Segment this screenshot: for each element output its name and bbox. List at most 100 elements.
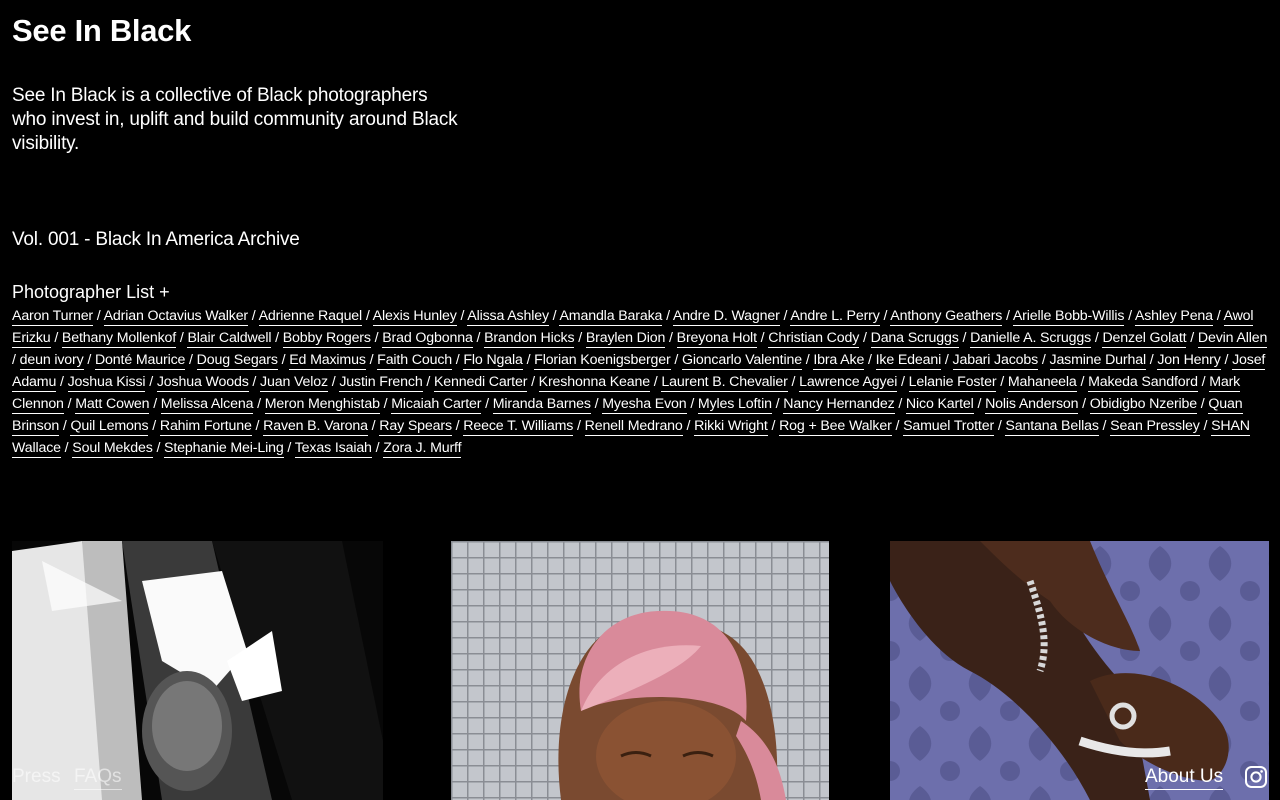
photographer-link[interactable]: Joshua Woods (156, 374, 249, 392)
photographer-link[interactable]: Ed Maximus (289, 352, 366, 370)
photographer-link[interactable]: Micaiah Carter (391, 396, 482, 414)
list-separator: / (1197, 396, 1209, 412)
photographer-link[interactable]: Soul Mekdes (72, 440, 153, 458)
photographer-link[interactable]: Obidigbo Nzeribe (1089, 396, 1197, 414)
instagram-icon[interactable] (1244, 765, 1268, 789)
photographer-link[interactable]: Bobby Rogers (282, 330, 371, 348)
photographer-link[interactable]: Devin Allen (1197, 330, 1267, 348)
photographer-link[interactable]: Texas Isaiah (294, 440, 372, 458)
photographer-link[interactable]: Rog + Bee Walker (779, 418, 892, 436)
photographer-link[interactable]: Christian Cody (768, 330, 859, 348)
site-title[interactable]: See In Black (12, 10, 191, 52)
photographer-link[interactable]: Ray Spears (379, 418, 452, 436)
photographer-link[interactable]: Nico Kartel (905, 396, 974, 414)
list-separator: / (248, 374, 261, 390)
photographer-link[interactable]: Blair Caldwell (187, 330, 271, 348)
photographer-link[interactable]: Justin French (339, 374, 423, 392)
photographer-link[interactable]: Quil Lemons (70, 418, 149, 436)
photographer-list-toggle[interactable]: Photographer List + (12, 280, 170, 304)
photographer-link[interactable]: Ibra Ake (813, 352, 864, 370)
photographer-link[interactable]: Rikki Wright (694, 418, 768, 436)
list-separator: / (456, 308, 468, 324)
photographer-link[interactable]: Adrian Octavius Walker (103, 308, 248, 326)
photographer-link[interactable]: Donté Maurice (94, 352, 185, 370)
photographer-link[interactable]: Arielle Bobb-Willis (1012, 308, 1124, 326)
photographer-link[interactable]: Joshua Kissi (67, 374, 146, 392)
list-separator: / (522, 352, 535, 368)
photographer-link[interactable]: Alissa Ashley (467, 308, 549, 326)
list-separator: / (145, 374, 157, 390)
photographer-link[interactable]: Florian Koenigsberger (534, 352, 671, 370)
photographer-link[interactable]: Nolis Anderson (985, 396, 1079, 414)
photographer-link[interactable]: Rahim Fortune (159, 418, 252, 436)
photographer-link[interactable]: Anthony Geathers (890, 308, 1002, 326)
list-separator: / (527, 374, 539, 390)
photographer-link[interactable]: Ike Edeani (875, 352, 941, 370)
photographer-link[interactable]: Miranda Barnes (492, 396, 591, 414)
list-separator: / (771, 396, 784, 412)
list-separator: / (1197, 374, 1210, 390)
photographer-link[interactable]: Lelanie Foster (908, 374, 997, 392)
photographer-link[interactable]: Matt Cowen (75, 396, 150, 414)
photographer-link[interactable]: Jabari Jacobs (952, 352, 1038, 370)
photographer-link[interactable]: Andre L. Perry (790, 308, 880, 326)
photographer-link[interactable]: Renell Medrano (584, 418, 683, 436)
photographer-link[interactable]: Ashley Pena (1134, 308, 1213, 326)
photographer-link[interactable]: Adrienne Raquel (258, 308, 362, 326)
photographer-link[interactable]: Andre D. Wagner (672, 308, 780, 326)
photographer-link[interactable]: Juan Veloz (260, 374, 328, 392)
photographer-link[interactable]: Melissa Alcena (160, 396, 253, 414)
photographer-link[interactable]: Zora J. Murff (383, 440, 462, 458)
list-separator: / (894, 396, 906, 412)
photo-tile-2[interactable] (451, 541, 829, 800)
photographer-link[interactable]: Samuel Trotter (903, 418, 994, 436)
photographer-link[interactable]: Nancy Hernandez (783, 396, 895, 414)
photographer-link[interactable]: Reece T. Williams (463, 418, 573, 436)
about-us-link[interactable]: About Us (1145, 765, 1224, 790)
photo-bw-portrait (12, 541, 383, 800)
photographer-link[interactable]: Bethany Mollenkof (61, 330, 176, 348)
photographer-link[interactable]: Myesha Evon (602, 396, 687, 414)
photographer-link[interactable]: Myles Loftin (697, 396, 772, 414)
press-link[interactable]: Press (12, 765, 61, 789)
photographer-link[interactable]: Brad Ogbonna (382, 330, 473, 348)
photographer-link[interactable]: Dana Scruggs (870, 330, 959, 348)
list-separator: / (879, 308, 891, 324)
list-separator: / (897, 374, 909, 390)
photographer-link[interactable]: Makeda Sandford (1088, 374, 1198, 392)
photographer-link[interactable]: Stephanie Mei-Ling (164, 440, 284, 458)
photographer-link[interactable]: Brandon Hicks (484, 330, 575, 348)
list-separator: / (83, 352, 95, 368)
photographer-link[interactable]: Gioncarlo Valentine (682, 352, 802, 370)
photographer-link[interactable]: Denzel Golatt (1102, 330, 1187, 348)
photographer-link[interactable]: Lawrence Agyei (799, 374, 897, 392)
photographer-link[interactable]: Amandla Baraka (559, 308, 662, 326)
photographer-link[interactable]: Kennedi Carter (433, 374, 527, 392)
photographer-link[interactable]: Sean Pressley (1110, 418, 1200, 436)
photographer-link[interactable]: Santana Bellas (1005, 418, 1099, 436)
photographer-link[interactable]: Breyona Holt (676, 330, 757, 348)
photographer-list: Aaron Turner / Adrian Octavius Walker / … (12, 305, 1270, 459)
list-separator: / (248, 308, 259, 324)
faqs-link[interactable]: FAQs (74, 765, 122, 790)
list-separator: / (365, 352, 378, 368)
photographer-link[interactable]: Alexis Hunley (372, 308, 457, 326)
photographer-link[interactable]: Jasmine Durhal (1049, 352, 1146, 370)
photographer-link[interactable]: Kreshonna Keane (538, 374, 650, 392)
photographer-link[interactable]: Laurent B. Chevalier (661, 374, 788, 392)
photo-tile-1[interactable] (12, 541, 383, 800)
list-separator: / (941, 352, 953, 368)
photo-tile-3[interactable] (890, 541, 1269, 800)
photographer-link[interactable]: Jon Henry (1157, 352, 1221, 370)
photographer-link[interactable]: Flo Ngala (463, 352, 523, 370)
list-separator: / (283, 440, 295, 456)
photographer-link[interactable]: Raven B. Varona (263, 418, 368, 436)
photographer-link[interactable]: deun ivory (19, 352, 84, 370)
photographer-link[interactable]: Doug Segars (196, 352, 278, 370)
photographer-link[interactable]: Mahaneela (1007, 374, 1077, 392)
photographer-link[interactable]: Braylen Dion (585, 330, 665, 348)
photographer-link[interactable]: Faith Couch (377, 352, 452, 370)
photographer-link[interactable]: Meron Menghistab (264, 396, 380, 414)
photographer-link[interactable]: Danielle A. Scruggs (970, 330, 1091, 348)
photographer-link[interactable]: Aaron Turner (12, 308, 93, 326)
